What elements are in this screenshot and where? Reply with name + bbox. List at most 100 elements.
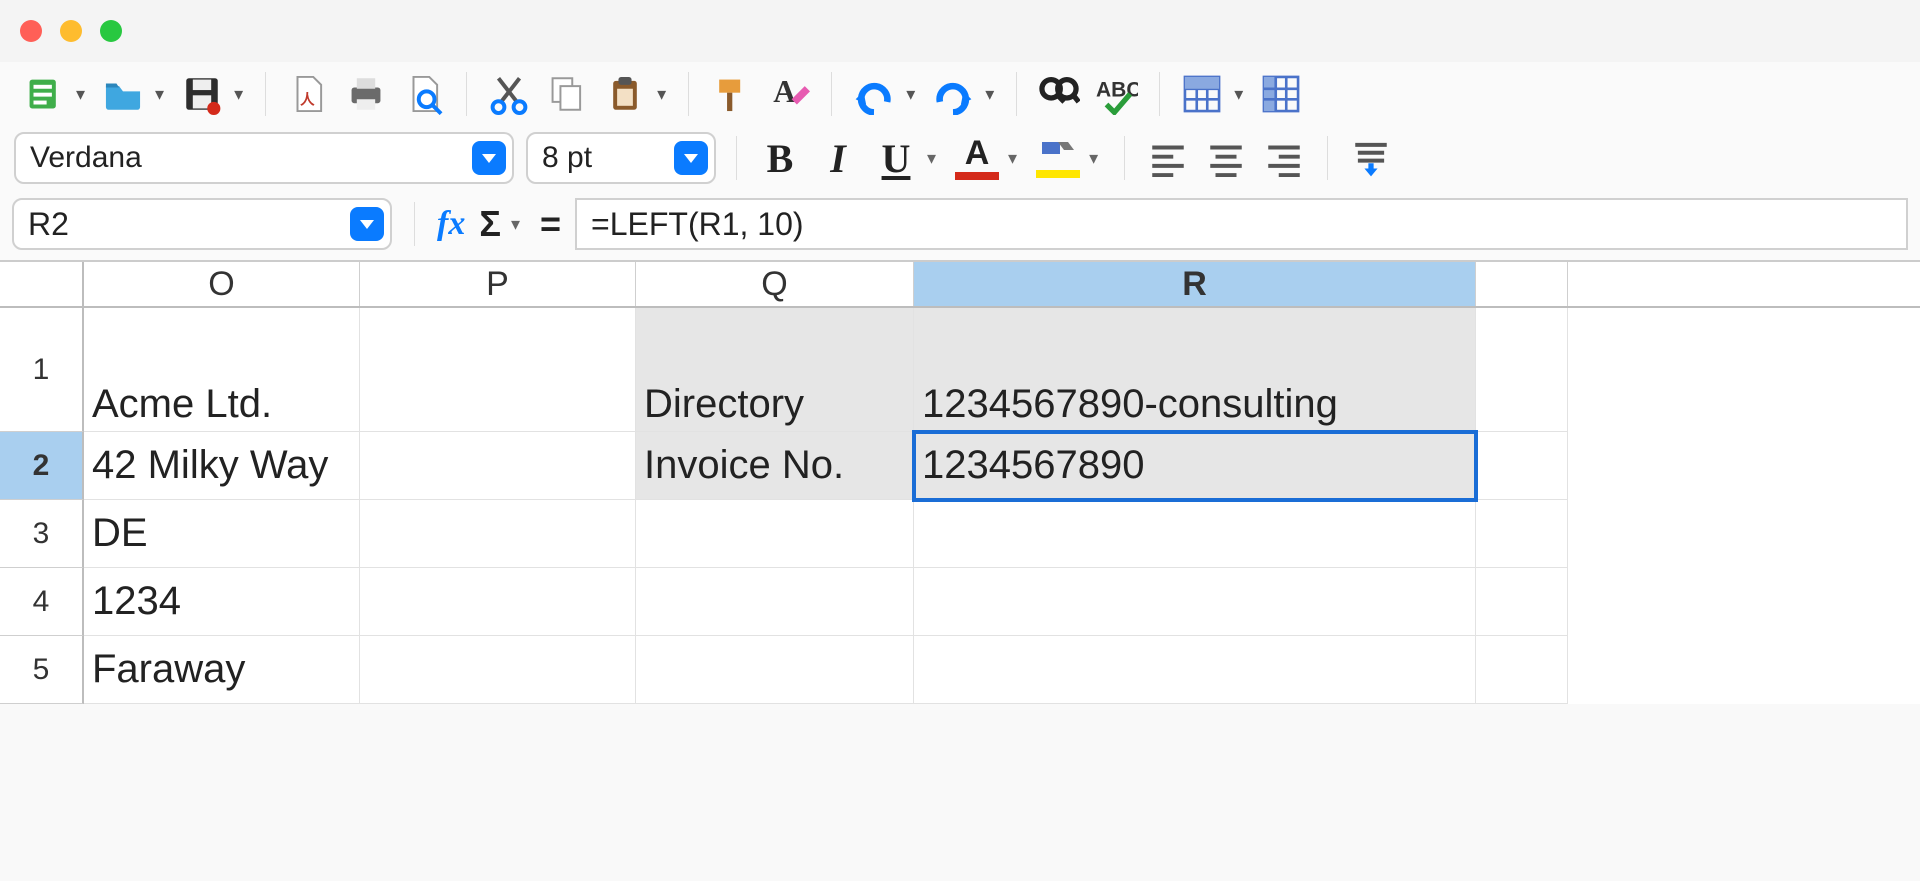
align-top-button[interactable]	[1348, 135, 1394, 181]
formula-input[interactable]: =LEFT(R1, 10)	[575, 198, 1908, 250]
underline-button[interactable]: U	[873, 135, 919, 181]
freeze-panes-button[interactable]	[1257, 70, 1305, 118]
column-header-Q[interactable]: Q	[636, 262, 914, 306]
new-document-chevron-icon[interactable]: ▾	[76, 84, 85, 105]
formatting-toolbar: Verdana 8 pt B I U ▾ A ▾ ▾	[0, 126, 1920, 194]
cell-S4[interactable]	[1476, 568, 1568, 636]
name-box-value: R2	[28, 206, 69, 243]
window-minimize-button[interactable]	[60, 20, 82, 42]
sum-button-icon[interactable]: Σ	[479, 203, 501, 245]
copy-button[interactable]	[543, 70, 591, 118]
grid-rows: 1 Acme Ltd. Directory 1234567890-consult…	[0, 308, 1920, 704]
row-1: 1 Acme Ltd. Directory 1234567890-consult…	[0, 308, 1920, 432]
undo-button[interactable]	[850, 70, 898, 118]
clear-formatting-button[interactable]: A	[765, 70, 813, 118]
undo-chevron-icon[interactable]: ▾	[906, 84, 915, 105]
row-header-1[interactable]: 1	[0, 308, 84, 432]
underline-chevron-icon[interactable]: ▾	[927, 148, 936, 169]
paste-button[interactable]	[601, 70, 649, 118]
toolbar-separator	[1159, 72, 1160, 116]
toolbar-separator	[736, 136, 737, 180]
cell-P3[interactable]	[360, 500, 636, 568]
column-header-next[interactable]	[1476, 262, 1568, 306]
name-box-dropdown-icon[interactable]	[350, 207, 384, 241]
toolbar-separator	[688, 72, 689, 116]
redo-button[interactable]	[929, 70, 977, 118]
highlight-chevron-icon[interactable]: ▾	[1089, 148, 1098, 169]
font-color-chevron-icon[interactable]: ▾	[1008, 148, 1017, 169]
sum-chevron-icon[interactable]: ▾	[511, 214, 520, 235]
print-button[interactable]	[342, 70, 390, 118]
cell-O2[interactable]: 42 Milky Way	[84, 432, 360, 500]
font-name-dropdown-icon[interactable]	[472, 141, 506, 175]
export-pdf-button[interactable]: 人	[284, 70, 332, 118]
cell-P4[interactable]	[360, 568, 636, 636]
cell-Q4[interactable]	[636, 568, 914, 636]
toolbar-separator	[1327, 136, 1328, 180]
font-name-value: Verdana	[30, 141, 142, 175]
clone-formatting-button[interactable]	[707, 70, 755, 118]
print-preview-button[interactable]	[400, 70, 448, 118]
cell-O5[interactable]: Faraway	[84, 636, 360, 704]
cell-R4[interactable]	[914, 568, 1476, 636]
save-chevron-icon[interactable]: ▾	[234, 84, 243, 105]
column-header-R[interactable]: R	[914, 262, 1476, 306]
find-replace-button[interactable]	[1035, 70, 1083, 118]
toolbar-separator	[831, 72, 832, 116]
formula-input-value: =LEFT(R1, 10)	[591, 206, 804, 243]
italic-button[interactable]: I	[815, 135, 861, 181]
window-zoom-button[interactable]	[100, 20, 122, 42]
row-2: 2 42 Milky Way Invoice No. 1234567890	[0, 432, 1920, 500]
row-header-5[interactable]: 5	[0, 636, 84, 704]
font-name-combo[interactable]: Verdana	[14, 132, 514, 184]
cell-S2[interactable]	[1476, 432, 1568, 500]
open-button[interactable]	[99, 70, 147, 118]
cell-Q5[interactable]	[636, 636, 914, 704]
cell-S5[interactable]	[1476, 636, 1568, 704]
cell-Q3[interactable]	[636, 500, 914, 568]
cell-O3[interactable]: DE	[84, 500, 360, 568]
name-box[interactable]: R2	[12, 198, 392, 250]
highlight-color-button[interactable]	[1035, 138, 1081, 178]
cell-P5[interactable]	[360, 636, 636, 704]
save-button[interactable]	[178, 70, 226, 118]
align-right-button[interactable]	[1261, 135, 1307, 181]
row-header-2[interactable]: 2	[0, 432, 84, 500]
align-left-button[interactable]	[1145, 135, 1191, 181]
font-color-glyph-icon: A	[965, 136, 990, 170]
cell-O4[interactable]: 1234	[84, 568, 360, 636]
cell-R5[interactable]	[914, 636, 1476, 704]
cell-R1[interactable]: 1234567890-consulting	[914, 308, 1476, 432]
paste-chevron-icon[interactable]: ▾	[657, 84, 666, 105]
toolbar-separator	[1124, 136, 1125, 180]
new-document-button[interactable]	[20, 70, 68, 118]
cut-button[interactable]	[485, 70, 533, 118]
column-header-P[interactable]: P	[360, 262, 636, 306]
row-column-button[interactable]	[1178, 70, 1226, 118]
cell-P1[interactable]	[360, 308, 636, 432]
select-all-corner[interactable]	[0, 262, 84, 306]
spellcheck-button[interactable]: ABC	[1093, 70, 1141, 118]
cell-S1[interactable]	[1476, 308, 1568, 432]
open-chevron-icon[interactable]: ▾	[155, 84, 164, 105]
row-column-chevron-icon[interactable]: ▾	[1234, 84, 1243, 105]
align-center-button[interactable]	[1203, 135, 1249, 181]
cell-R3[interactable]	[914, 500, 1476, 568]
window-close-button[interactable]	[20, 20, 42, 42]
cell-S3[interactable]	[1476, 500, 1568, 568]
row-header-3[interactable]: 3	[0, 500, 84, 568]
function-wizard-icon[interactable]: fx	[437, 205, 465, 243]
font-color-button[interactable]: A	[954, 136, 1000, 180]
formula-equals-icon[interactable]: =	[540, 203, 561, 245]
cell-Q1[interactable]: Directory	[636, 308, 914, 432]
cell-Q2[interactable]: Invoice No.	[636, 432, 914, 500]
font-size-combo[interactable]: 8 pt	[526, 132, 716, 184]
cell-O1[interactable]: Acme Ltd.	[84, 308, 360, 432]
font-size-dropdown-icon[interactable]	[674, 141, 708, 175]
bold-button[interactable]: B	[757, 135, 803, 181]
cell-R2-active[interactable]: 1234567890	[914, 432, 1476, 500]
cell-P2[interactable]	[360, 432, 636, 500]
column-header-O[interactable]: O	[84, 262, 360, 306]
redo-chevron-icon[interactable]: ▾	[985, 84, 994, 105]
row-header-4[interactable]: 4	[0, 568, 84, 636]
